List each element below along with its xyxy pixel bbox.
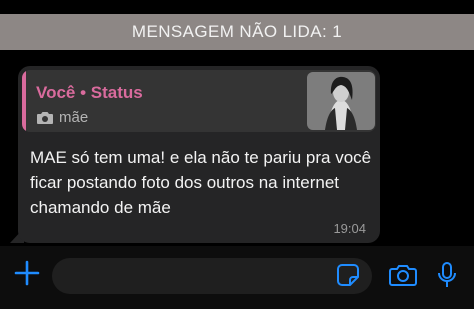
status-reply-quote[interactable]: Você • Status mãe	[22, 70, 376, 132]
message-input[interactable]	[52, 258, 372, 294]
unread-messages-label: MENSAGEM NÃO LIDA: 1	[131, 22, 343, 41]
quote-author: Você • Status	[36, 83, 143, 102]
message-bubble[interactable]: Você • Status mãe MAE só tem uma! e ela …	[18, 66, 380, 243]
camera-icon[interactable]	[389, 263, 417, 287]
quote-caption: mãe	[59, 109, 89, 126]
plus-icon[interactable]	[12, 258, 42, 288]
status-photo-thumbnail[interactable]	[307, 72, 375, 130]
message-text: MAE só tem uma! e ela não te pariu pra v…	[30, 148, 372, 217]
sticker-icon[interactable]	[336, 263, 360, 287]
message-timestamp: 19:04	[333, 221, 366, 236]
microphone-icon[interactable]	[437, 261, 457, 289]
unread-messages-banner: MENSAGEM NÃO LIDA: 1	[0, 14, 474, 50]
camera-icon	[37, 112, 53, 124]
quote-accent-bar	[22, 70, 26, 132]
